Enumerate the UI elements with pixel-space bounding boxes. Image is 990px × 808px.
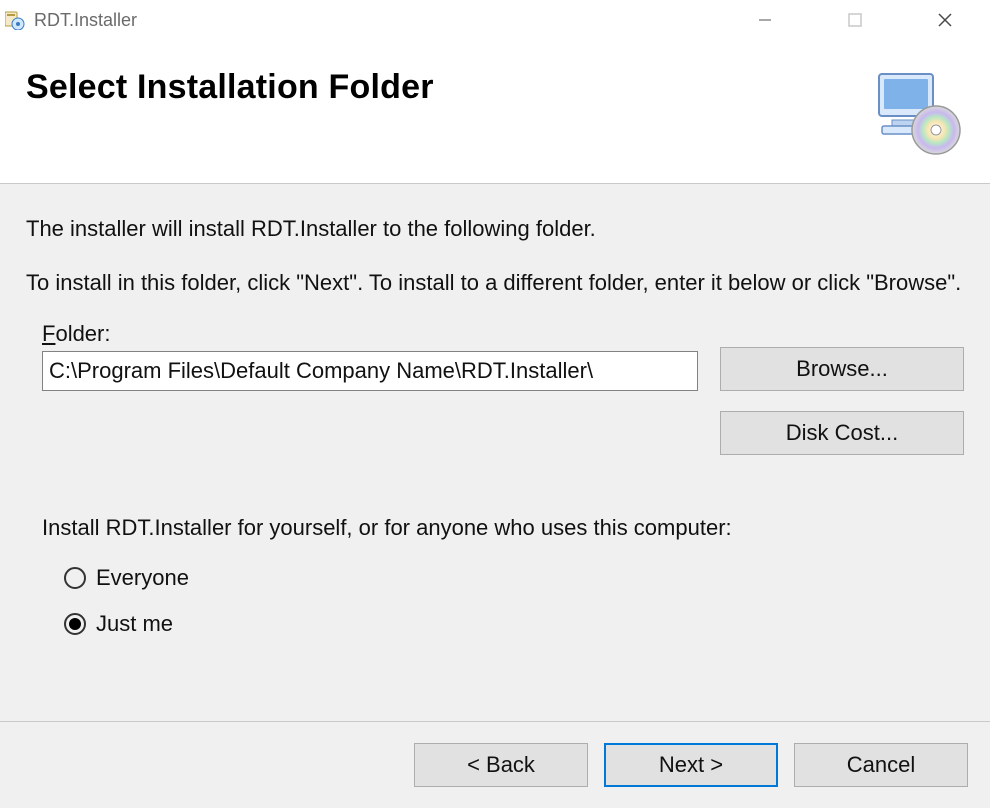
close-button[interactable] xyxy=(900,0,990,40)
radio-icon xyxy=(64,567,86,589)
radio-icon xyxy=(64,613,86,635)
minimize-button[interactable] xyxy=(720,0,810,40)
intro-text: The installer will install RDT.Installer… xyxy=(26,214,964,244)
wizard-header: Select Installation Folder xyxy=(0,40,990,184)
maximize-button[interactable] xyxy=(810,0,900,40)
radio-everyone-label: Everyone xyxy=(96,565,189,591)
folder-label: Folder: xyxy=(42,321,698,347)
installer-icon xyxy=(4,9,26,31)
computer-disc-icon xyxy=(874,68,964,158)
titlebar: RDT.Installer xyxy=(0,0,990,40)
install-for-group: Everyone Just me xyxy=(42,565,964,637)
wizard-footer: < Back Next > Cancel xyxy=(0,721,990,808)
window-controls xyxy=(720,0,990,40)
maximize-icon xyxy=(848,13,862,27)
wizard-content: The installer will install RDT.Installer… xyxy=(0,184,990,721)
radio-just-me-label: Just me xyxy=(96,611,173,637)
radio-just-me[interactable]: Just me xyxy=(64,611,964,637)
folder-input[interactable] xyxy=(42,351,698,391)
back-button[interactable]: < Back xyxy=(414,743,588,787)
radio-everyone[interactable]: Everyone xyxy=(64,565,964,591)
cancel-button[interactable]: Cancel xyxy=(794,743,968,787)
close-icon xyxy=(937,12,953,28)
instruction-text: To install in this folder, click "Next".… xyxy=(26,268,964,298)
window-title: RDT.Installer xyxy=(34,10,137,31)
page-title: Select Installation Folder xyxy=(26,68,434,107)
minimize-icon xyxy=(758,13,772,27)
next-button[interactable]: Next > xyxy=(604,743,778,787)
disk-cost-button[interactable]: Disk Cost... xyxy=(720,411,964,455)
browse-button[interactable]: Browse... xyxy=(720,347,964,391)
install-for-label: Install RDT.Installer for yourself, or f… xyxy=(42,515,964,541)
